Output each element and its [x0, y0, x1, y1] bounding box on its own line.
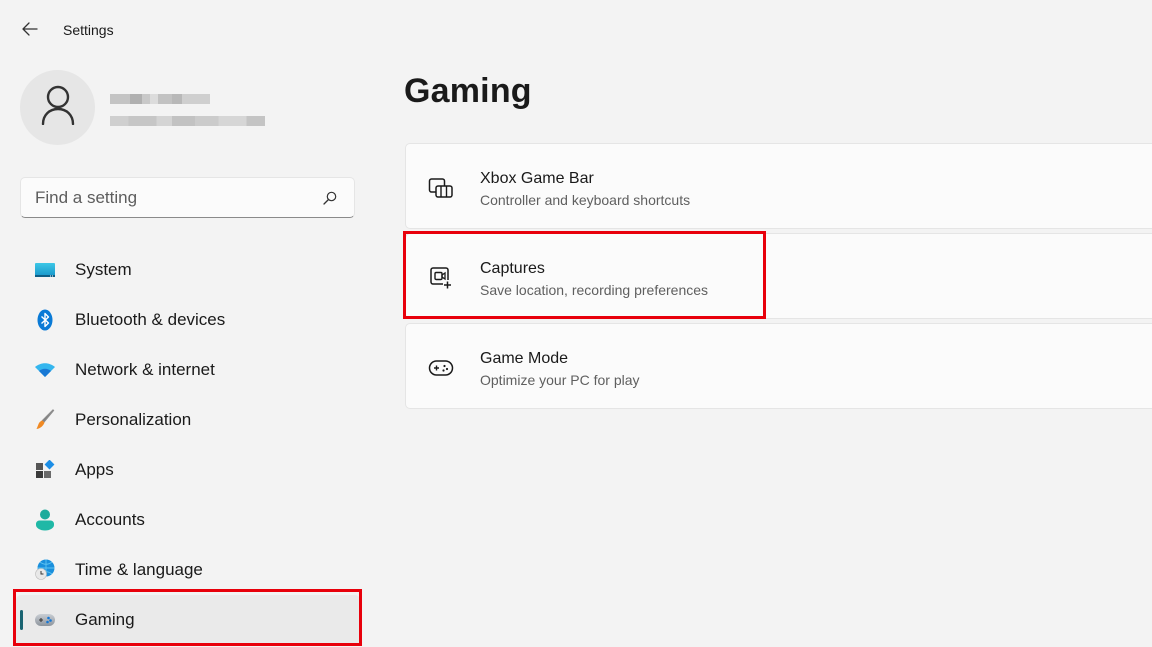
- sidebar-item-gaming[interactable]: Gaming: [16, 595, 360, 645]
- capture-icon: [428, 265, 454, 291]
- card-xbox-game-bar[interactable]: Xbox Game Bar Controller and keyboard sh…: [405, 143, 1152, 229]
- settings-cards: Xbox Game Bar Controller and keyboard sh…: [405, 143, 1152, 413]
- user-email-redacted: [110, 116, 265, 126]
- card-title: Xbox Game Bar: [480, 170, 594, 187]
- search-icon[interactable]: [320, 188, 340, 208]
- card-title: Captures: [480, 260, 545, 277]
- user-profile[interactable]: [20, 70, 360, 146]
- user-name-redacted: [110, 94, 210, 104]
- card-title: Game Mode: [480, 350, 569, 367]
- sidebar-item-apps[interactable]: Apps: [16, 445, 360, 495]
- sidebar-item-system[interactable]: System: [16, 245, 360, 295]
- active-indicator: [20, 610, 23, 630]
- person-icon: [40, 85, 76, 130]
- sidebar-item-accounts[interactable]: Accounts: [16, 495, 360, 545]
- card-game-mode[interactable]: Game Mode Optimize your PC for play: [405, 323, 1152, 409]
- card-subtitle: Optimize your PC for play: [480, 372, 640, 388]
- app-title: Settings: [63, 22, 114, 38]
- avatar[interactable]: [20, 70, 95, 145]
- apps-icon: [34, 459, 56, 481]
- sidebar-item-label: System: [75, 260, 132, 279]
- gamepad-icon: [34, 609, 56, 631]
- sidebar-item-network-internet[interactable]: Network & internet: [16, 345, 360, 395]
- card-captures[interactable]: Captures Save location, recording prefer…: [405, 233, 1152, 319]
- game-bar-icon: [428, 175, 454, 201]
- game-mode-icon: [428, 355, 454, 381]
- card-subtitle: Controller and keyboard shortcuts: [480, 192, 691, 208]
- sidebar-item-label: Bluetooth & devices: [75, 310, 226, 329]
- sidebar-item-label: Network & internet: [75, 360, 215, 379]
- account-icon: [34, 509, 56, 531]
- sidebar-item-label: Gaming: [75, 610, 135, 629]
- paintbrush-icon: [34, 409, 56, 431]
- sidebar-item-bluetooth-devices[interactable]: Bluetooth & devices: [16, 295, 360, 345]
- arrow-left-icon: [22, 21, 38, 41]
- back-button[interactable]: [14, 18, 46, 44]
- system-display-icon: [34, 259, 56, 281]
- page-title: Gaming: [404, 72, 532, 110]
- sidebar-item-label: Personalization: [75, 410, 192, 429]
- title-bar: Settings: [0, 0, 380, 62]
- sidebar-item-label: Time & language: [75, 560, 203, 579]
- search-input[interactable]: [21, 178, 320, 217]
- sidebar-nav: System Bluetooth & devices Network & int…: [16, 245, 360, 645]
- sidebar-item-time-language[interactable]: Time & language: [16, 545, 360, 595]
- bluetooth-icon: [34, 309, 56, 331]
- sidebar-item-personalization[interactable]: Personalization: [16, 395, 360, 445]
- search-box[interactable]: [20, 177, 355, 218]
- sidebar-item-label: Accounts: [75, 510, 145, 529]
- globe-clock-icon: [34, 559, 56, 581]
- sidebar-item-label: Apps: [75, 460, 114, 479]
- card-subtitle: Save location, recording preferences: [480, 282, 709, 298]
- wifi-icon: [34, 359, 56, 381]
